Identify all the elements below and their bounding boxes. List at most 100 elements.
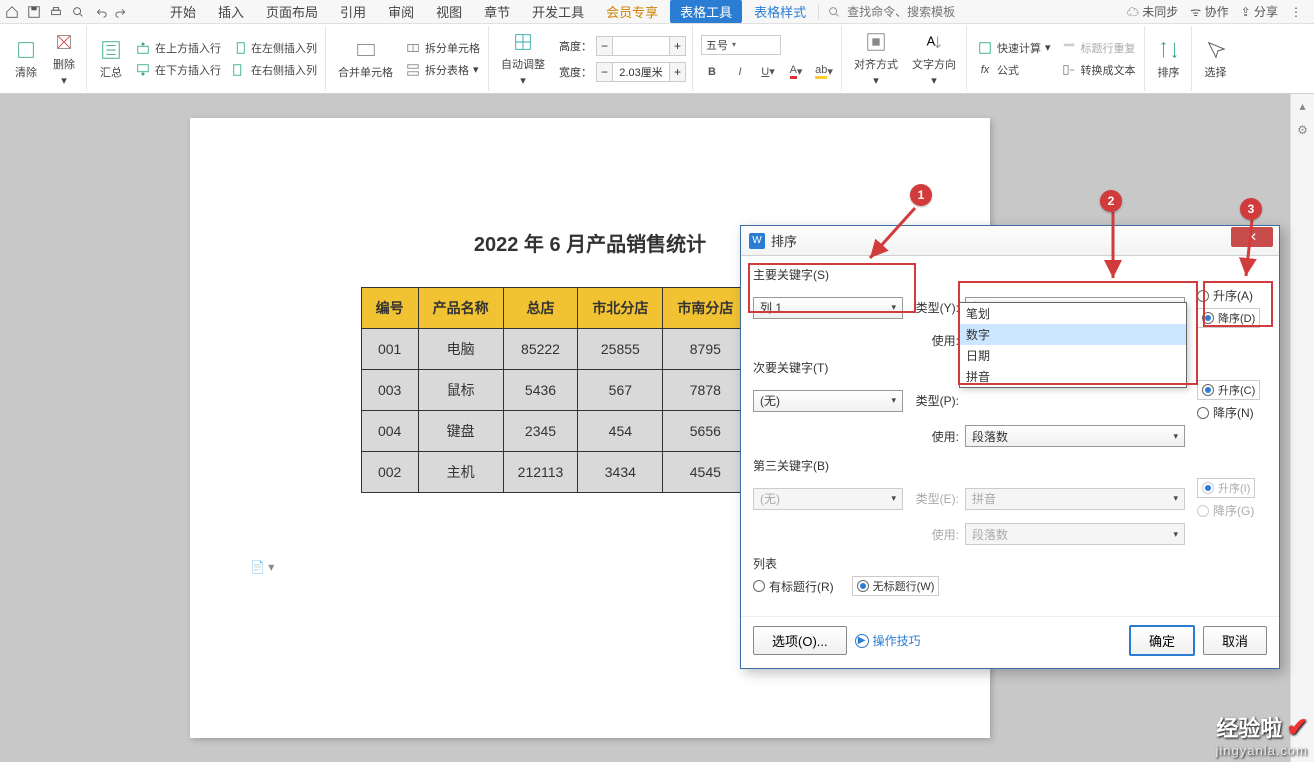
type-dropdown-list[interactable]: 笔划 数字 日期 拼音 xyxy=(959,302,1187,388)
opt-stroke[interactable]: 笔划 xyxy=(960,303,1186,324)
redo-icon[interactable] xyxy=(114,4,130,20)
insert-row-above[interactable]: 在上方插入行 xyxy=(133,39,223,57)
delete-button[interactable]: 删除 ▾ xyxy=(48,28,80,89)
table-cell[interactable]: 5656 xyxy=(663,411,748,452)
table-cell[interactable]: 454 xyxy=(578,411,663,452)
asc-i-radio: 升序(I) xyxy=(1197,478,1255,498)
rail-up-icon[interactable]: ▴ xyxy=(1291,94,1314,118)
ok-button[interactable]: 确定 xyxy=(1129,625,1195,656)
highlight-icon[interactable]: ab ▾ xyxy=(813,61,835,83)
table-cell[interactable]: 85222 xyxy=(503,329,578,370)
tab-table-style[interactable]: 表格样式 xyxy=(744,0,816,23)
table-cell[interactable]: 001 xyxy=(361,329,418,370)
height-plus[interactable]: + xyxy=(669,37,685,55)
table-cell[interactable]: 键盘 xyxy=(418,411,503,452)
title-repeat-button[interactable]: 标题行重复 xyxy=(1059,39,1138,57)
command-search[interactable] xyxy=(818,4,965,20)
table-cell[interactable]: 003 xyxy=(361,370,418,411)
table-cell[interactable]: 7878 xyxy=(663,370,748,411)
opt-date[interactable]: 日期 xyxy=(960,345,1186,366)
insert-col-right[interactable]: 在右侧插入列 xyxy=(229,61,319,79)
unsync-button[interactable]: ☁ 未同步 xyxy=(1127,3,1178,20)
page-options-icon[interactable]: 📄 ▾ xyxy=(250,560,274,574)
no-header-radio[interactable]: 无标题行(W) xyxy=(852,576,940,596)
use-para-combo[interactable]: 段落数▾ xyxy=(965,425,1185,447)
table-cell[interactable]: 电脑 xyxy=(418,329,503,370)
dialog-titlebar[interactable]: W 排序 ✕ xyxy=(741,226,1279,256)
opt-number[interactable]: 数字 xyxy=(960,324,1186,345)
insert-row-below[interactable]: 在下方插入行 xyxy=(133,61,223,79)
select-button[interactable]: 选择 xyxy=(1200,36,1232,82)
tab-table-tools[interactable]: 表格工具 xyxy=(670,0,742,23)
preview-icon[interactable] xyxy=(70,4,86,20)
table-cell[interactable]: 567 xyxy=(578,370,663,411)
sort-button[interactable]: 排序 xyxy=(1153,36,1185,82)
coop-button[interactable]: ᯤ 协作 xyxy=(1190,3,1228,20)
cancel-button[interactable]: 取消 xyxy=(1203,626,1267,655)
has-header-radio[interactable]: 有标题行(R) xyxy=(753,578,834,595)
width-minus[interactable]: − xyxy=(597,63,613,81)
tab-review[interactable]: 审阅 xyxy=(378,0,424,23)
asc-c-radio[interactable]: 升序(C) xyxy=(1197,380,1260,400)
clear-button[interactable]: 清除 xyxy=(10,36,42,82)
merge-cells-button[interactable]: 合并单元格 xyxy=(334,36,397,82)
height-minus[interactable]: − xyxy=(597,37,613,55)
table-cell[interactable]: 鼠标 xyxy=(418,370,503,411)
options-button[interactable]: 选项(O)... xyxy=(753,626,847,655)
quick-calc-button[interactable]: 快速计算 ▾ xyxy=(975,39,1053,57)
more-icon[interactable]: ⋮ xyxy=(1290,5,1302,19)
table-cell[interactable]: 25855 xyxy=(578,329,663,370)
width-spinner[interactable]: −2.03厘米+ xyxy=(596,62,686,82)
type-y-label: 类型(Y): xyxy=(909,299,959,316)
tab-start[interactable]: 开始 xyxy=(160,0,206,23)
save-icon[interactable] xyxy=(26,4,42,20)
primary-key-combo[interactable]: 列 1▾ xyxy=(753,297,903,319)
asc-a-radio[interactable]: 升序(A) xyxy=(1197,287,1260,304)
to-text-button[interactable]: 转换成文本 xyxy=(1059,61,1138,79)
italic-icon[interactable]: I xyxy=(729,61,751,83)
table-cell[interactable]: 002 xyxy=(361,452,418,493)
rail-gear-icon[interactable]: ⚙ xyxy=(1291,118,1314,142)
formula-button[interactable]: fx公式 xyxy=(975,61,1053,79)
table-cell[interactable]: 5436 xyxy=(503,370,578,411)
tips-link[interactable]: ▶操作技巧 xyxy=(855,632,921,649)
align-button[interactable]: 对齐方式 ▾ xyxy=(850,28,902,89)
desc-n-radio[interactable]: 降序(N) xyxy=(1197,404,1260,421)
secondary-key-combo[interactable]: (无)▾ xyxy=(753,390,903,412)
split-cell-button[interactable]: 拆分单元格 xyxy=(403,39,482,57)
opt-pinyin[interactable]: 拼音 xyxy=(960,366,1186,387)
autofit-button[interactable]: 自动调整 ▾ xyxy=(497,28,549,89)
bold-icon[interactable]: B xyxy=(701,61,723,83)
table-cell[interactable]: 8795 xyxy=(663,329,748,370)
width-plus[interactable]: + xyxy=(669,63,685,81)
tab-dev[interactable]: 开发工具 xyxy=(522,0,594,23)
table-cell[interactable]: 212113 xyxy=(503,452,578,493)
share-button[interactable]: ⇪ 分享 xyxy=(1241,3,1278,20)
tab-reference[interactable]: 引用 xyxy=(330,0,376,23)
primary-key-label: 主要关键字(S) xyxy=(753,266,1267,283)
table-cell[interactable]: 3434 xyxy=(578,452,663,493)
tab-vip[interactable]: 会员专享 xyxy=(596,0,668,23)
print-icon[interactable] xyxy=(48,4,64,20)
table-cell[interactable]: 2345 xyxy=(503,411,578,452)
undo-icon[interactable] xyxy=(92,4,108,20)
use-para-combo-3: 段落数▾ xyxy=(965,523,1185,545)
underline-icon[interactable]: U ▾ xyxy=(757,61,779,83)
summary-button[interactable]: 汇总 xyxy=(95,36,127,82)
tab-insert[interactable]: 插入 xyxy=(208,0,254,23)
split-table-button[interactable]: 拆分表格 ▾ xyxy=(403,61,482,79)
search-input[interactable] xyxy=(845,4,965,20)
font-size-select[interactable]: 五号▾ xyxy=(701,35,781,55)
home-icon[interactable] xyxy=(4,4,20,20)
table-cell[interactable]: 004 xyxy=(361,411,418,452)
font-color-icon[interactable]: A ▾ xyxy=(785,61,807,83)
height-spinner[interactable]: −+ xyxy=(596,36,686,56)
text-direction-button[interactable]: A文字方向 ▾ xyxy=(908,28,960,89)
tab-layout[interactable]: 页面布局 xyxy=(256,0,328,23)
tab-view[interactable]: 视图 xyxy=(426,0,472,23)
table-cell[interactable]: 4545 xyxy=(663,452,748,493)
tab-section[interactable]: 章节 xyxy=(474,0,520,23)
insert-col-left[interactable]: 在左侧插入列 xyxy=(229,39,319,57)
desc-d-radio[interactable]: 降序(D) xyxy=(1197,308,1260,328)
table-cell[interactable]: 主机 xyxy=(418,452,503,493)
